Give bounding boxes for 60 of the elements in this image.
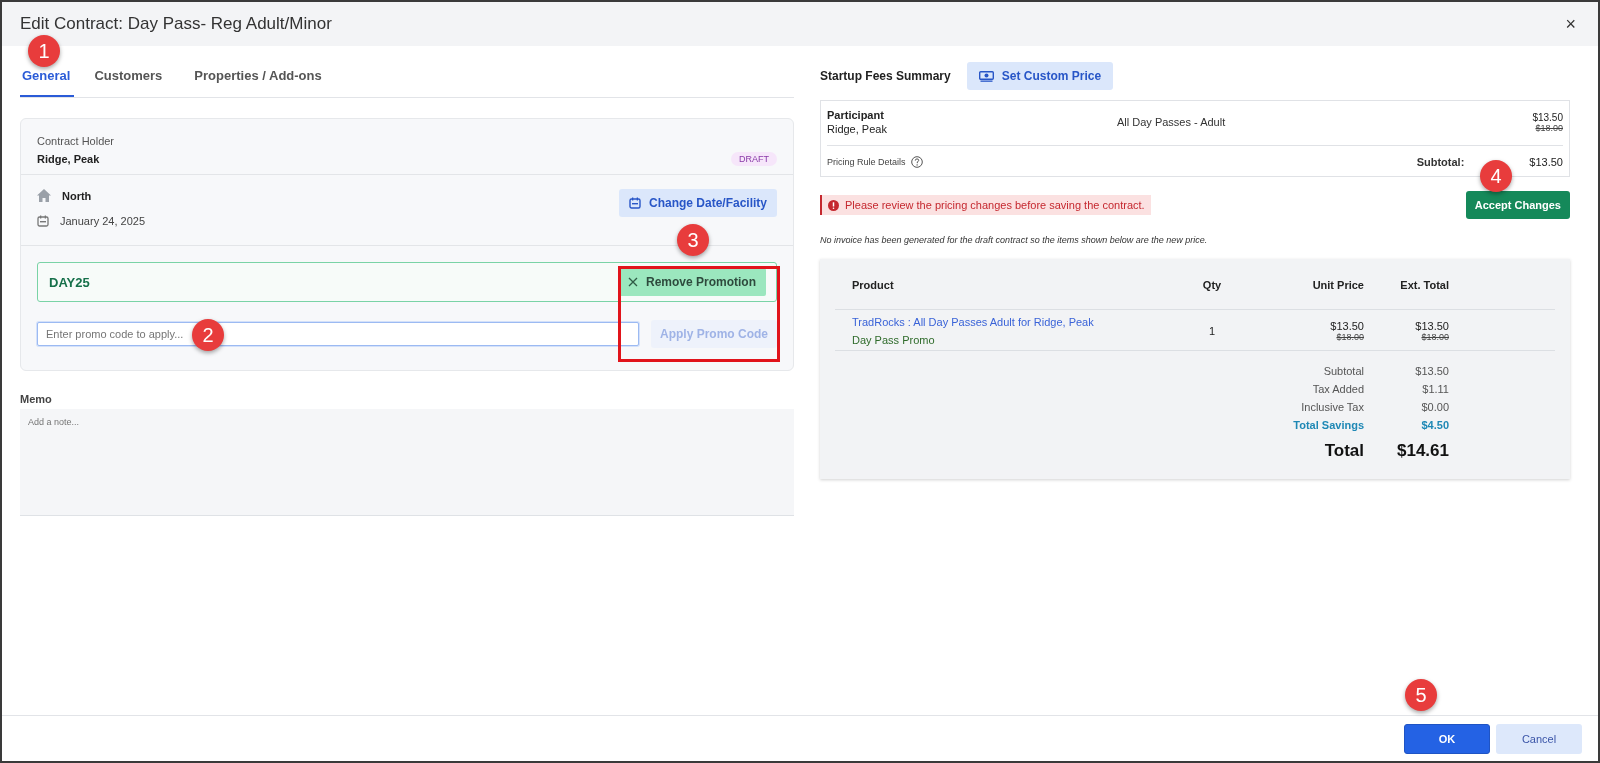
status-badge: DRAFT bbox=[731, 152, 777, 166]
invoice-note: No invoice has been generated for the draft contract so the items shown below are the new price. bbox=[820, 235, 1209, 245]
subtotal-label: Subtotal: bbox=[1416, 156, 1465, 168]
warning-message: Please review the pricing changes before saving the contract. bbox=[820, 195, 1151, 215]
home-icon bbox=[37, 189, 51, 202]
promo-code: DAY25 bbox=[49, 274, 90, 290]
holder-name: Ridge, Peak bbox=[37, 153, 100, 165]
promo-name: Day Pass Promo bbox=[852, 334, 936, 346]
fee-role: Participant bbox=[827, 109, 885, 121]
tab[interactable]: Properties / Add-ons bbox=[182, 66, 334, 97]
step-marker: 5 bbox=[1405, 679, 1437, 711]
old-price: $18.00 bbox=[1421, 332, 1449, 342]
contract-date: January 24, 2025 bbox=[60, 215, 145, 227]
cancel-button[interactable]: Cancel bbox=[1496, 724, 1582, 754]
close-button[interactable]: × bbox=[1561, 13, 1580, 35]
field-label: Contract Holder bbox=[37, 135, 116, 147]
calendar-icon bbox=[628, 197, 641, 209]
old-price: $18.00 bbox=[1336, 332, 1364, 342]
memo-label: Memo bbox=[20, 393, 53, 405]
fee-item: All Day Passes - Adult bbox=[1117, 116, 1227, 128]
total-value: $13.50 bbox=[1414, 365, 1449, 377]
column-header: Unit Price bbox=[1312, 279, 1364, 291]
section-title: Startup Fees Summary bbox=[820, 69, 951, 83]
remove-promotion-button[interactable]: Remove Promotion bbox=[618, 268, 766, 296]
accept-changes-button[interactable]: Accept Changes bbox=[1465, 191, 1570, 219]
extended-total: $13.50 bbox=[1415, 320, 1449, 332]
help-icon[interactable] bbox=[910, 156, 923, 168]
total-label: Tax Added bbox=[1311, 383, 1364, 395]
price: $13.50 bbox=[1532, 111, 1563, 123]
total-value: $4.50 bbox=[1420, 419, 1449, 431]
column-header: Product bbox=[852, 279, 895, 291]
memo-field[interactable]: Add a note... bbox=[20, 409, 794, 516]
change-date-facility-button[interactable]: Change Date/Facility bbox=[618, 189, 777, 217]
step-marker: 1 bbox=[28, 35, 60, 67]
quantity: 1 bbox=[1208, 325, 1216, 337]
subtotal-value: $13.50 bbox=[1529, 156, 1563, 168]
total-value: $1.11 bbox=[1421, 383, 1449, 395]
ok-button[interactable]: OK bbox=[1404, 724, 1490, 754]
calendar-icon bbox=[37, 215, 49, 227]
error-icon bbox=[828, 199, 839, 211]
product-link[interactable]: TradRocks : All Day Passes Adult for Ridge, Peak bbox=[852, 316, 1192, 328]
total-value: $14.61 bbox=[1396, 441, 1449, 461]
pricing-rule-link[interactable]: Pricing Rule Details bbox=[827, 157, 906, 167]
column-header: Ext. Total bbox=[1400, 279, 1449, 291]
total-label: Subtotal bbox=[1322, 365, 1364, 377]
total-value: $0.00 bbox=[1420, 401, 1449, 413]
total-label: Total bbox=[1323, 441, 1364, 461]
unit-price: $13.50 bbox=[1330, 320, 1364, 332]
set-custom-price-button[interactable]: Set Custom Price bbox=[966, 62, 1114, 90]
facility-name: North bbox=[62, 189, 92, 202]
column-header: Qty bbox=[1202, 279, 1222, 291]
total-label: Inclusive Tax bbox=[1300, 401, 1364, 413]
old-price: $18.00 bbox=[1535, 122, 1563, 133]
close-icon bbox=[628, 277, 638, 287]
banknote-icon bbox=[978, 70, 994, 82]
participant-name: Ridge, Peak bbox=[827, 123, 888, 135]
tab[interactable]: Customers bbox=[82, 66, 175, 97]
window-title: Edit Contract: Day Pass- Reg Adult/Minor bbox=[20, 14, 332, 34]
total-label: Total Savings bbox=[1292, 419, 1364, 431]
step-marker: 4 bbox=[1480, 160, 1512, 192]
